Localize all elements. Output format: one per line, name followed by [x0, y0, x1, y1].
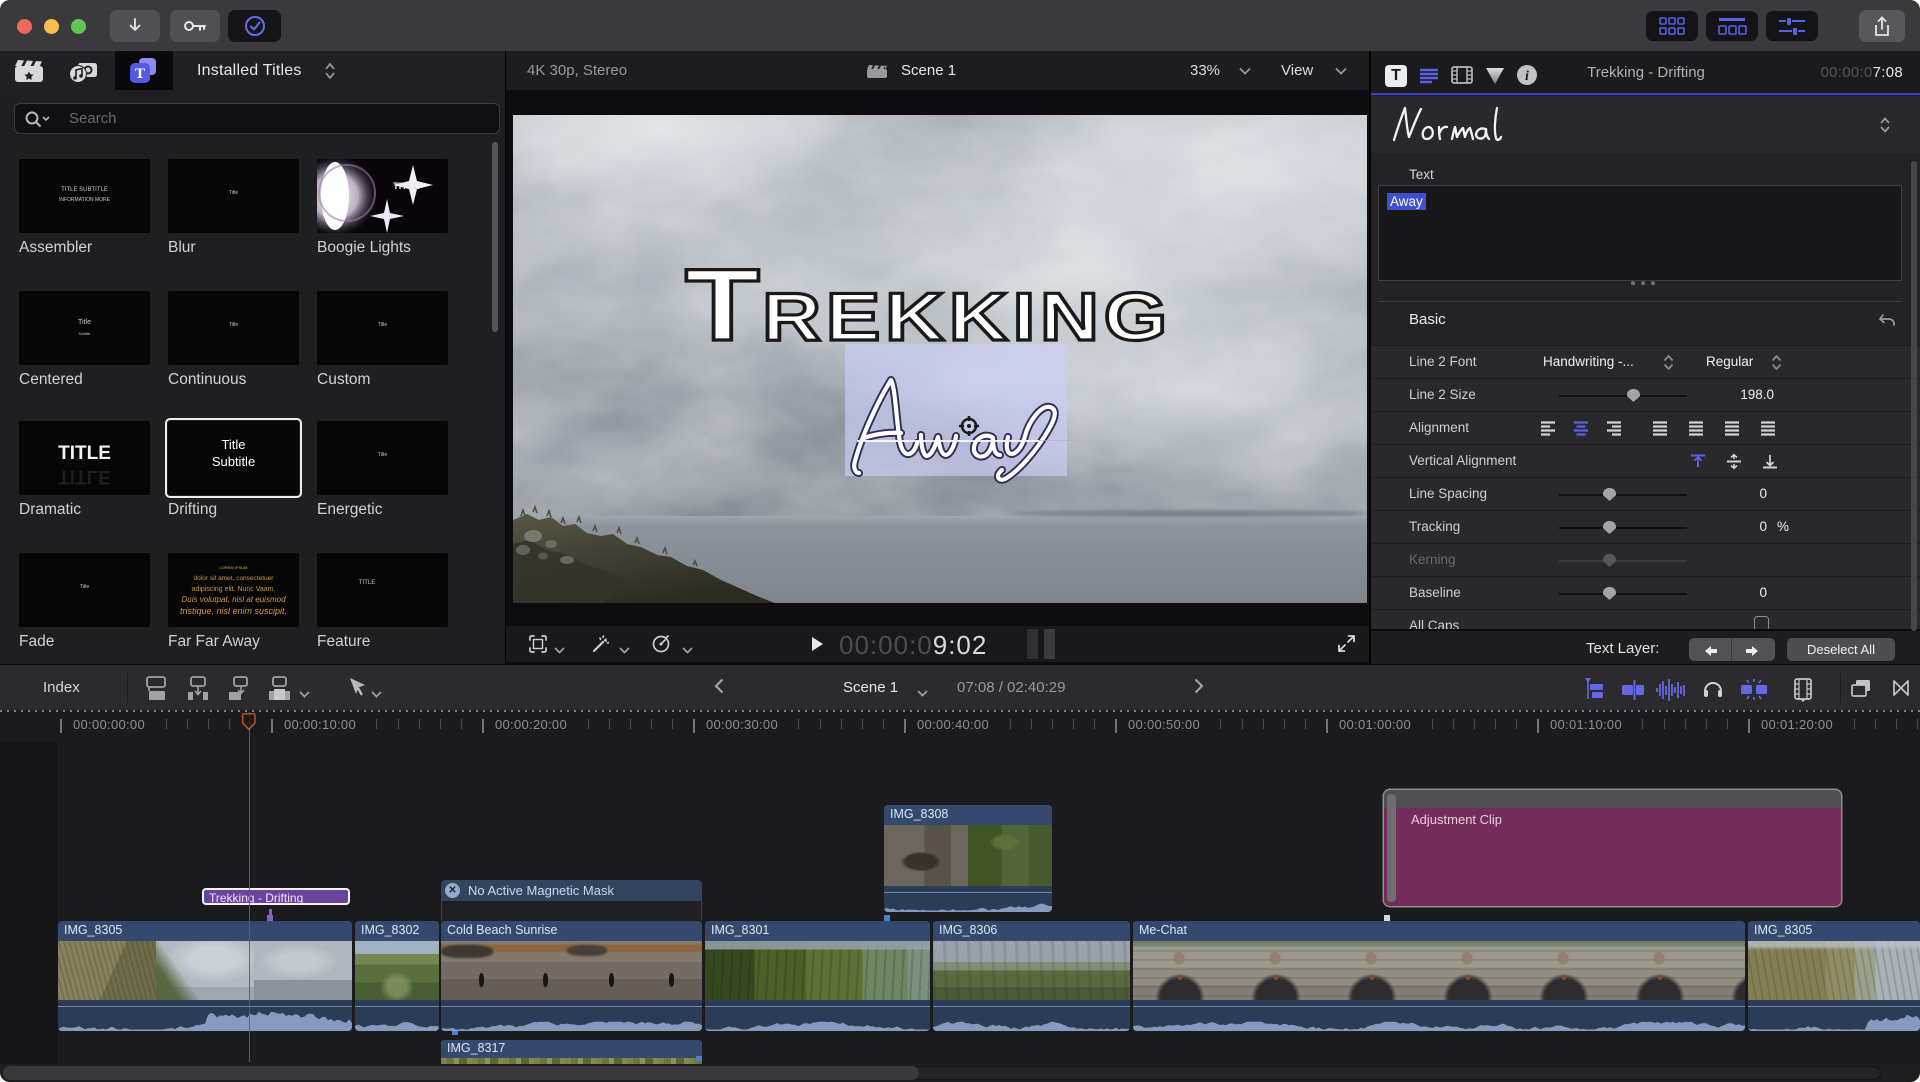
svg-text:i: i [1525, 69, 1529, 84]
svg-text:TITLE: TITLE [393, 181, 419, 192]
svg-text:T: T [135, 66, 145, 82]
